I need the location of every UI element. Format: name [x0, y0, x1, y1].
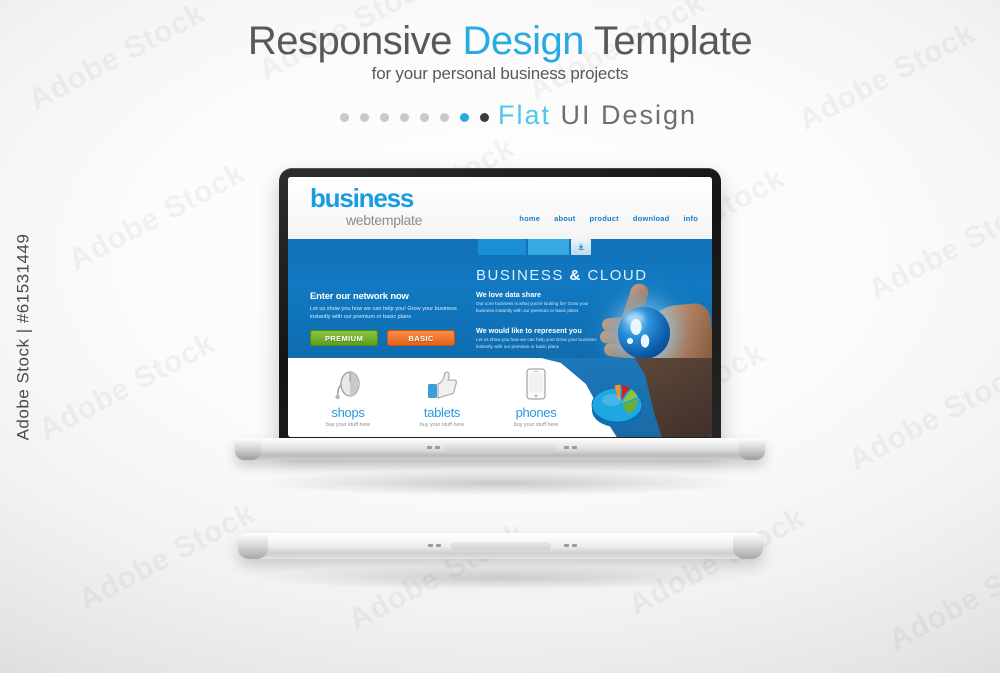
stock-watermark-label: Adobe Stock | #61531449: [13, 233, 33, 440]
page-title: Responsive Design Template for your pers…: [0, 20, 1000, 84]
basic-button[interactable]: BASIC: [387, 330, 455, 347]
nav-item-download[interactable]: download: [633, 214, 670, 223]
laptop-shadow: [250, 470, 750, 496]
tagline: Flat UI Design: [498, 100, 697, 131]
feature-title: shops: [331, 405, 365, 420]
dot[interactable]: [420, 113, 429, 122]
download-icon: [578, 244, 584, 250]
globe-icon: [618, 307, 670, 358]
watermark-text: Adobe Stock: [883, 536, 1000, 657]
dot[interactable]: [340, 113, 349, 122]
mouse-icon: [302, 366, 394, 400]
watermark-text: Adobe Stock: [843, 356, 1000, 477]
laptop-lid: business webtemplate home about product …: [279, 168, 721, 448]
search-bar: [478, 239, 593, 255]
dot[interactable]: [440, 113, 449, 122]
subtitle: for your personal business projects: [371, 64, 629, 83]
dot[interactable]: [360, 113, 369, 122]
progress-dots[interactable]: [340, 113, 489, 122]
logo-secondary: webtemplate: [346, 212, 423, 228]
closed-laptop: [238, 533, 763, 567]
headline-part2: Template: [583, 19, 753, 63]
headline-accent: Design: [462, 19, 584, 63]
nav-item-home[interactable]: home: [519, 214, 540, 223]
site-nav: home about product download info: [519, 214, 698, 223]
watermark-text: Adobe Stock: [33, 326, 221, 447]
hero-left-body: Let us show you how we can help you! Gro…: [310, 306, 457, 321]
website-mockup: business webtemplate home about product …: [288, 177, 712, 437]
closed-laptop-port-right: [564, 544, 577, 547]
dot-dark[interactable]: [480, 113, 489, 122]
dot[interactable]: [380, 113, 389, 122]
watermark-text: Adobe Stock: [863, 186, 1000, 307]
download-button[interactable]: [571, 239, 591, 255]
feature-card-phones[interactable]: phones buy your stuff here: [490, 366, 582, 428]
smartphone-icon: [490, 366, 582, 400]
feature-subtitle: buy your stuff here: [419, 422, 465, 428]
hero-cta-group: PREMIUM BASIC: [310, 330, 470, 347]
hero-title-part1: BUSINESS: [476, 267, 570, 284]
laptop-base: [235, 438, 765, 460]
thumbs-up-icon: [396, 366, 488, 400]
feature-subtitle: buy your stuff here: [513, 422, 559, 428]
hero-left-heading: Enter our network now: [310, 291, 409, 302]
logo-primary: business: [310, 183, 414, 213]
hero-section: BUSINESS & CLOUD Enter our network now L…: [288, 239, 712, 358]
hero-left-column: Enter our network now Let us show you ho…: [310, 291, 470, 347]
watermark-text: Adobe Stock: [63, 156, 251, 277]
feature-title: tablets: [423, 405, 461, 420]
dot[interactable]: [400, 113, 409, 122]
premium-button[interactable]: PREMIUM: [310, 330, 378, 347]
site-logo[interactable]: business webtemplate: [310, 185, 422, 227]
tagline-rest: UI Design: [551, 100, 698, 130]
closed-laptop-notch: [450, 542, 551, 550]
laptop-port-right: [564, 446, 577, 449]
laptop-screen: business webtemplate home about product …: [288, 177, 712, 437]
headline-part1: Responsive: [247, 19, 463, 63]
feature-title: phones: [515, 405, 557, 420]
tagline-accent: Flat: [498, 100, 552, 130]
nav-item-about[interactable]: about: [554, 214, 575, 223]
search-input[interactable]: [478, 239, 526, 255]
watermark-text: Adobe Stock: [73, 496, 261, 617]
laptop-port-left: [427, 446, 440, 449]
feature-subtitle: buy your stuff here: [325, 422, 371, 428]
closed-laptop-shadow: [252, 566, 748, 590]
closed-laptop-body: [238, 533, 763, 559]
site-header: business webtemplate home about product …: [288, 177, 712, 239]
hand-holding-globe-image: [568, 259, 712, 358]
closed-laptop-port-left: [428, 544, 441, 547]
nav-item-product[interactable]: product: [590, 214, 619, 223]
feature-card-shops[interactable]: shops buy your stuff here: [302, 366, 394, 428]
search-filter-input[interactable]: [528, 239, 569, 255]
nav-item-info[interactable]: info: [683, 214, 698, 223]
headline: Responsive Design Template: [0, 20, 1000, 62]
feature-card-tablets[interactable]: tablets buy your stuff here: [396, 366, 488, 428]
dot-active[interactable]: [460, 113, 469, 122]
pie-chart-icon: [588, 370, 650, 432]
open-laptop: business webtemplate home about product …: [235, 168, 765, 468]
laptop-base-notch: [445, 444, 555, 451]
features-section: shops buy your stuff here tablets buy yo…: [288, 358, 712, 437]
tagline-row: Flat UI Design: [0, 100, 1000, 138]
